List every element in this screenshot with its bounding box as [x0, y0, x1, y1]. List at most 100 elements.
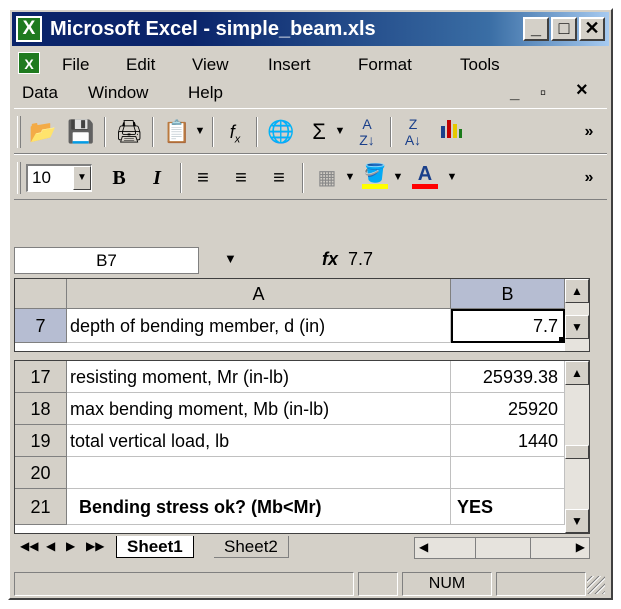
name-box[interactable]: B7: [14, 247, 199, 274]
align-left-icon[interactable]: ≡: [188, 162, 218, 194]
toolbar-grip[interactable]: [17, 116, 21, 148]
toolbar-separator: [390, 117, 392, 147]
more-icon[interactable]: »: [574, 162, 604, 194]
formula-input[interactable]: 7.7: [348, 249, 373, 270]
doc-minimize-button[interactable]: _: [510, 83, 519, 103]
toolbar-separator: [256, 117, 258, 147]
cell-b7[interactable]: 7.7: [451, 309, 565, 343]
status-bar: NUM: [14, 570, 607, 598]
horizontal-scrollbar[interactable]: ◀ ▶: [414, 537, 590, 559]
scroll-right-icon[interactable]: ▶: [576, 540, 585, 554]
cell-b19[interactable]: 1440: [451, 425, 565, 457]
row-header[interactable]: 20: [15, 457, 67, 489]
menu-tools[interactable]: Tools: [460, 55, 500, 75]
align-right-icon[interactable]: ≡: [264, 162, 294, 194]
scroll-down-icon[interactable]: ▼: [565, 509, 589, 533]
formatting-toolbar: 10 ▼ B I ≡ ≡ ≡ ▦ ▼ 🪣 ▼ A ▼ »: [14, 154, 607, 200]
select-all-corner[interactable]: [15, 279, 67, 309]
cell-a20[interactable]: [67, 457, 451, 489]
row-header[interactable]: 21: [15, 489, 67, 525]
menu-help[interactable]: Help: [188, 83, 223, 103]
font-size-select[interactable]: 10 ▼: [26, 164, 92, 192]
cell-b17[interactable]: 25939.38: [451, 361, 565, 393]
sort-ascending-icon[interactable]: A Z↓: [352, 116, 382, 148]
chevron-down-icon[interactable]: ▼: [73, 166, 91, 190]
cell-b20[interactable]: [451, 457, 565, 489]
menu-view[interactable]: View: [192, 55, 229, 75]
close-button[interactable]: ✕: [579, 17, 605, 41]
tab-sheet2[interactable]: Sheet2: [214, 536, 289, 558]
menu-file[interactable]: File: [62, 55, 89, 75]
insert-function-icon[interactable]: fx: [322, 249, 338, 270]
save-icon[interactable]: 💾: [66, 116, 96, 148]
open-icon[interactable]: 📂: [28, 116, 58, 148]
chart-wizard-icon[interactable]: [436, 116, 466, 148]
row-header[interactable]: 19: [15, 425, 67, 457]
excel-icon[interactable]: X: [16, 16, 42, 42]
scroll-thumb[interactable]: [475, 538, 531, 558]
column-header-a[interactable]: A: [67, 279, 451, 309]
first-sheet-icon[interactable]: ◀◀: [20, 539, 38, 553]
cell-a18[interactable]: max bending moment, Mb (in-lb): [67, 393, 451, 425]
borders-icon[interactable]: ▦: [312, 162, 342, 194]
column-header-b[interactable]: B: [451, 279, 565, 309]
autosum-dropdown-icon[interactable]: ▼: [334, 121, 346, 141]
resize-grip-icon[interactable]: [587, 576, 605, 594]
toolbar-grip[interactable]: [17, 162, 21, 194]
cell-a21[interactable]: Bending stress ok? (Mb<Mr): [67, 489, 451, 525]
scroll-up-icon[interactable]: ▲: [565, 361, 589, 385]
window-title: Microsoft Excel - simple_beam.xls: [50, 18, 376, 40]
menu-format[interactable]: Format: [358, 55, 412, 75]
function-icon[interactable]: fx: [220, 116, 250, 148]
maximize-button[interactable]: □: [551, 17, 577, 41]
menu-insert[interactable]: Insert: [268, 55, 311, 75]
minimize-button[interactable]: _: [523, 17, 549, 41]
next-sheet-icon[interactable]: ▶: [66, 539, 75, 553]
font-color-dropdown-icon[interactable]: ▼: [446, 167, 458, 187]
web-icon[interactable]: 🌐: [266, 116, 296, 148]
fill-color-dropdown-icon[interactable]: ▼: [392, 167, 404, 187]
print-icon[interactable]: 🖨: [114, 116, 144, 148]
formula-bar: B7 ▼ fx 7.7: [14, 246, 607, 276]
tab-sheet1[interactable]: Sheet1: [116, 536, 194, 558]
title-bar[interactable]: X Microsoft Excel - simple_beam.xls _ □ …: [12, 12, 609, 46]
fill-color-icon[interactable]: 🪣: [360, 162, 390, 194]
toolbar-separator: [212, 117, 214, 147]
borders-dropdown-icon[interactable]: ▼: [344, 167, 356, 187]
doc-restore-button[interactable]: ▫: [540, 83, 546, 103]
row-header[interactable]: 18: [15, 393, 67, 425]
row-header[interactable]: 17: [15, 361, 67, 393]
status-panel: [496, 572, 586, 596]
vertical-scrollbar[interactable]: ▲ ▼: [565, 361, 589, 533]
last-sheet-icon[interactable]: ▶▶: [86, 539, 104, 553]
menu-data[interactable]: Data: [22, 83, 58, 103]
autosum-icon[interactable]: Σ: [304, 116, 334, 148]
toolbar-separator: [152, 117, 154, 147]
font-color-icon[interactable]: A: [410, 162, 440, 194]
cell-a17[interactable]: resisting moment, Mr (in-lb): [67, 361, 451, 393]
more-icon[interactable]: »: [574, 116, 604, 148]
cell-b21[interactable]: YES: [451, 489, 565, 525]
cell-a7[interactable]: depth of bending member, d (in): [67, 309, 451, 343]
toolbar-separator: [180, 163, 182, 193]
doc-close-button[interactable]: ×: [576, 79, 588, 102]
scroll-thumb[interactable]: [565, 445, 589, 459]
scroll-down-icon[interactable]: ▼: [565, 315, 589, 339]
sort-descending-icon[interactable]: Z A↓: [398, 116, 428, 148]
row-header[interactable]: 7: [15, 309, 67, 343]
document-icon[interactable]: X: [18, 52, 40, 74]
name-box-dropdown-icon[interactable]: ▼: [224, 251, 237, 266]
align-center-icon[interactable]: ≡: [226, 162, 256, 194]
cell-a19[interactable]: total vertical load, lb: [67, 425, 451, 457]
vertical-scrollbar-top[interactable]: ▲ ▼: [565, 279, 589, 351]
menu-edit[interactable]: Edit: [126, 55, 155, 75]
italic-icon[interactable]: I: [142, 162, 172, 194]
scroll-left-icon[interactable]: ◀: [419, 540, 428, 554]
menu-window[interactable]: Window: [88, 83, 148, 103]
paste-icon[interactable]: 📋: [162, 116, 192, 148]
prev-sheet-icon[interactable]: ◀: [46, 539, 55, 553]
scroll-up-icon[interactable]: ▲: [565, 279, 589, 303]
bold-icon[interactable]: B: [104, 162, 134, 194]
cell-b18[interactable]: 25920: [451, 393, 565, 425]
paste-dropdown-icon[interactable]: ▼: [194, 121, 206, 141]
